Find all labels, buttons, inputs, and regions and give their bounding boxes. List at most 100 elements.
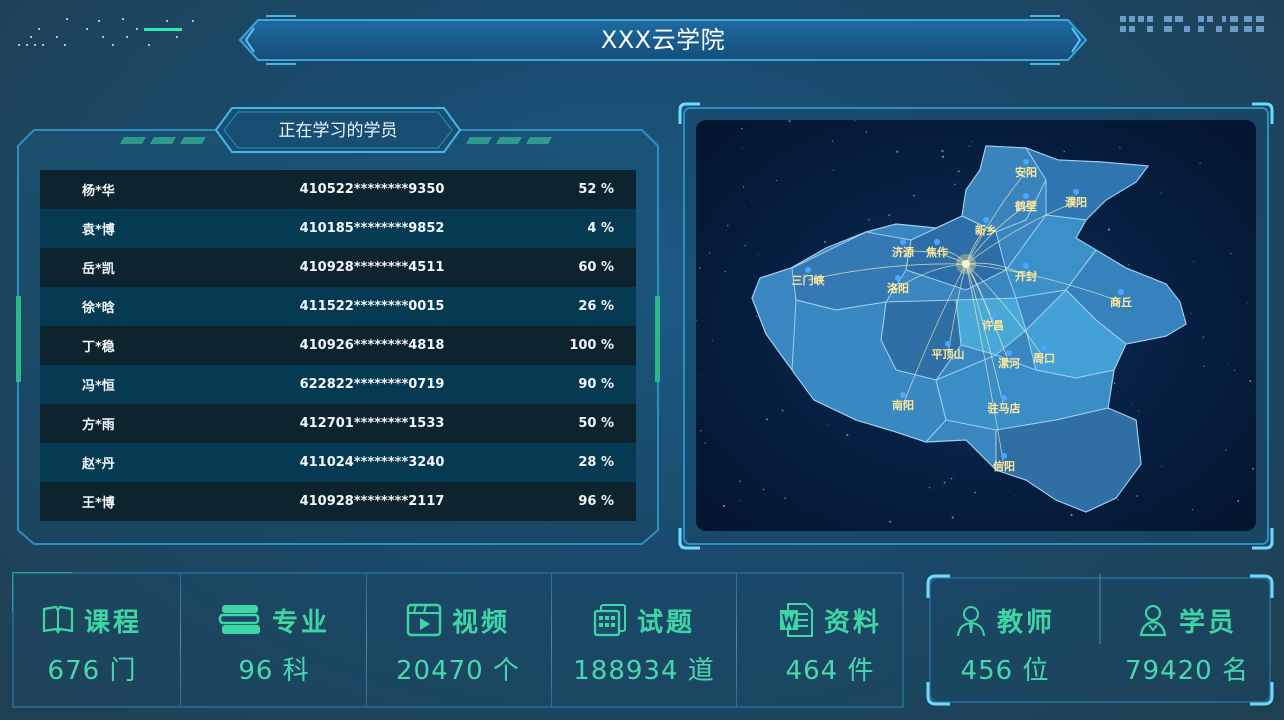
- table-row[interactable]: 丁*稳 410926********4818 100 %: [40, 326, 636, 365]
- map-city-label: 鹤壁: [1015, 199, 1037, 213]
- map-city-marker[interactable]: [1001, 453, 1007, 459]
- stat-value: 96 科: [238, 656, 310, 686]
- map-city-label: 开封: [1015, 269, 1037, 283]
- test-papers-icon: [593, 603, 627, 644]
- student-progress: 52 %: [578, 182, 614, 197]
- stat-label: 教师: [996, 608, 1055, 638]
- map-city-marker[interactable]: [1041, 345, 1047, 351]
- map-city-label: 信阳: [993, 459, 1015, 473]
- student-icon: [1137, 603, 1169, 644]
- map-city-marker[interactable]: [983, 217, 989, 223]
- map-city-marker[interactable]: [1073, 189, 1079, 195]
- table-row[interactable]: 方*雨 412701********1533 50 %: [40, 404, 636, 443]
- stat-label: 专业: [271, 608, 330, 638]
- stats-divider: [736, 572, 737, 708]
- map-city-marker[interactable]: [1118, 289, 1124, 295]
- student-progress: 50 %: [578, 416, 614, 431]
- stat-value: 20470 个: [396, 656, 520, 686]
- student-id: 410926********4818: [299, 338, 445, 353]
- map-city-marker[interactable]: [895, 275, 901, 281]
- map-city-label: 济源: [892, 245, 914, 259]
- henan-map[interactable]: 安阳鹤壁 濮阳新乡济源 焦作三门峡洛阳 开封商丘许昌平顶山漯河 周口南阳 驻马店信阳: [696, 120, 1256, 531]
- map-city-label: 许昌: [982, 318, 1004, 332]
- stat-label: 课程: [83, 608, 142, 638]
- stat-label: 试题: [636, 608, 695, 638]
- header-right-decoration: [1120, 16, 1264, 32]
- student-name: 杨*华: [82, 184, 115, 199]
- stat-value: 464 件: [785, 656, 875, 686]
- students-panel-title: 正在学习的学员: [278, 121, 398, 141]
- map-city-label: 周口: [1033, 352, 1055, 365]
- student-progress: 96 %: [578, 494, 614, 509]
- student-name: 岳*凯: [82, 262, 115, 277]
- map-city-label: 平顶山: [932, 347, 965, 361]
- map-city-label: 新乡: [975, 223, 997, 237]
- student-id: 410928********2117: [299, 494, 445, 509]
- student-id: 411522********0015: [299, 299, 445, 314]
- table-row[interactable]: 徐*晗 411522********0015 26 %: [40, 287, 636, 326]
- map-city-label: 安阳: [1015, 165, 1037, 179]
- stat-value: 79420 名: [1125, 656, 1249, 686]
- map-city-label: 漯河: [998, 356, 1020, 370]
- table-row[interactable]: 岳*凯 410928********4511 60 %: [40, 248, 636, 287]
- open-book-icon: [42, 605, 74, 642]
- student-id: 412701********1533: [299, 416, 445, 431]
- book-stack-icon: [218, 603, 262, 644]
- stat-majors: 专业 96 科: [182, 580, 366, 704]
- table-row[interactable]: 冯*恒 622822********0719 90 %: [40, 365, 636, 404]
- student-name: 赵*丹: [82, 457, 115, 472]
- student-name: 王*博: [82, 496, 115, 511]
- student-progress: 4 %: [587, 221, 614, 236]
- map-city-label: 南阳: [892, 398, 914, 412]
- student-id: 410185********9852: [299, 221, 445, 236]
- map-city-marker[interactable]: [805, 267, 811, 273]
- student-progress: 60 %: [578, 260, 614, 275]
- video-play-icon: [406, 603, 442, 644]
- student-id: 410522********9350: [299, 182, 445, 197]
- student-progress: 90 %: [578, 377, 614, 392]
- stat-label: 视频: [451, 608, 510, 638]
- stat-questions: 试题 188934 道: [552, 580, 736, 704]
- stat-label: 学员: [1178, 608, 1237, 638]
- map-city-marker[interactable]: [1023, 159, 1029, 165]
- map-city-label: 濮阳: [1065, 195, 1087, 209]
- table-row[interactable]: 王*博 410928********2117 96 %: [40, 482, 636, 521]
- teacher-icon: [955, 603, 987, 644]
- stat-value: 676 门: [47, 656, 137, 686]
- map-city-label: 三门峡: [792, 273, 826, 287]
- student-id: 411024********3240: [299, 455, 445, 470]
- map-city-label: 驻马店: [988, 401, 1021, 415]
- student-progress: 26 %: [578, 299, 614, 314]
- page-title: XXX云学院: [600, 26, 726, 54]
- stat-materials: 资料 464 件: [738, 580, 922, 704]
- map-city-marker[interactable]: [1023, 193, 1029, 199]
- student-name: 袁*博: [82, 223, 115, 238]
- students-table: 杨*华 410522********9350 52 % 袁*博 410185******…: [40, 170, 636, 521]
- table-row[interactable]: 赵*丹 411024********3240 28 %: [40, 443, 636, 482]
- map-city-marker[interactable]: [1023, 263, 1029, 269]
- stat-value: 188934 道: [573, 656, 715, 686]
- student-name: 徐*晗: [82, 301, 115, 316]
- student-id: 410928********4511: [299, 260, 445, 275]
- table-row[interactable]: 袁*博 410185********9852 4 %: [40, 209, 636, 248]
- stat-videos: 视频 20470 个: [366, 580, 550, 704]
- student-name: 方*雨: [82, 418, 115, 433]
- map-city-label: 洛阳: [887, 281, 909, 295]
- student-name: 丁*稳: [82, 340, 115, 355]
- table-row[interactable]: 杨*华 410522********9350 52 %: [40, 170, 636, 209]
- student-name: 冯*恒: [82, 379, 115, 394]
- student-id: 622822********0719: [299, 377, 445, 392]
- stat-students: 学员 79420 名: [1100, 580, 1274, 704]
- student-progress: 100 %: [569, 338, 614, 353]
- map-city-marker[interactable]: [900, 239, 906, 245]
- map-city-marker[interactable]: [1001, 395, 1007, 401]
- map-city-label: 商丘: [1110, 295, 1132, 309]
- map-city-marker[interactable]: [945, 341, 951, 347]
- map-city-label: 焦作: [925, 245, 948, 259]
- map-city-marker[interactable]: [1006, 350, 1012, 356]
- stat-courses: 课程 676 门: [0, 580, 184, 704]
- map-city-marker[interactable]: [900, 392, 906, 398]
- map-city-marker[interactable]: [934, 239, 940, 245]
- map-city-marker[interactable]: [990, 312, 996, 318]
- student-progress: 28 %: [578, 455, 614, 470]
